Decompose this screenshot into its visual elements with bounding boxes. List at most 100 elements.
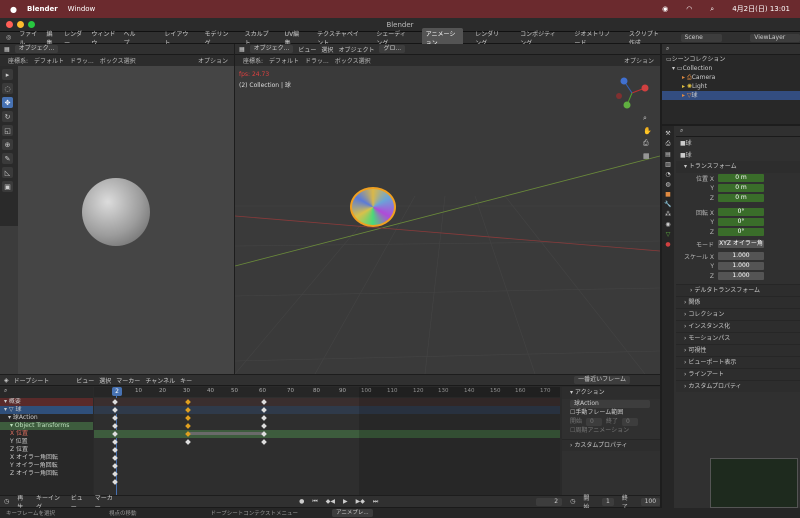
scene-selector[interactable]: Scene — [680, 33, 723, 42]
data-name-row[interactable]: ■ 球 — [676, 149, 800, 161]
menu-view[interactable]: ビュー — [298, 45, 316, 54]
menu-view[interactable]: ビュー — [76, 376, 94, 385]
modifier-tab-icon[interactable]: 🔧 — [664, 201, 671, 208]
cursor-tool-icon[interactable]: ◌ — [2, 83, 13, 94]
next-keyframe-icon[interactable]: ▶◆ — [356, 498, 365, 505]
rotate-tool-icon[interactable]: ↻ — [2, 111, 13, 122]
keyframe[interactable] — [261, 415, 267, 421]
box-select-dropdown[interactable]: ボックス選択 — [100, 56, 136, 65]
particles-tab-icon[interactable]: ⁂ — [665, 211, 671, 218]
box-select-dropdown[interactable]: ボックス選択 — [335, 56, 371, 65]
transform-tool-icon[interactable]: ⊕ — [2, 139, 13, 150]
wifi-icon[interactable]: ◠ — [686, 5, 692, 13]
object-tab-icon[interactable]: ■ — [665, 191, 671, 198]
menu-key[interactable]: キー — [180, 376, 192, 385]
drag-dropdown[interactable]: ドラッ... — [70, 56, 94, 65]
menu-channel[interactable]: チャンネル — [145, 376, 175, 385]
channel-row[interactable]: X 位置 — [0, 430, 93, 438]
keyframe[interactable] — [185, 439, 191, 445]
material-tab-icon[interactable]: ● — [665, 241, 670, 248]
outliner-row-camera[interactable]: ▸ ⎙ Camera — [662, 73, 800, 82]
scene-collection-row[interactable]: ▭ シーンコレクション — [662, 55, 800, 64]
rotation-mode-dropdown[interactable]: XYZ オイラー角 — [718, 240, 764, 248]
section-relations[interactable]: › 関係 — [676, 296, 800, 308]
action-name-field[interactable]: 球Action — [570, 399, 650, 408]
section-line-art[interactable]: › ラインアート — [676, 368, 800, 380]
output-tab-icon[interactable]: ▤ — [665, 151, 671, 158]
record-button[interactable]: ● — [299, 498, 304, 505]
record-icon[interactable]: ◉ — [662, 5, 668, 13]
play-icon[interactable]: ▶ — [343, 498, 348, 505]
menu-object[interactable]: オブジェクト — [338, 45, 374, 54]
transform-section-header[interactable]: ▾ トランスフォーム — [676, 161, 800, 173]
window-menu[interactable]: Window — [68, 5, 96, 13]
action-panel-header[interactable]: ▾ アクション — [562, 387, 660, 399]
range-start-field[interactable]: 0 — [586, 417, 603, 426]
tool-tab-icon[interactable]: ⚒ — [665, 130, 670, 137]
navigation-gizmo[interactable] — [615, 76, 649, 110]
orientation-dropdown[interactable]: デフォルト — [34, 56, 64, 65]
keyframe-area[interactable]: 0 10 20 30 40 50 60 70 80 90 100 110 120… — [94, 387, 560, 495]
location-y-field[interactable]: 0 m — [718, 184, 764, 192]
outliner-row-light[interactable]: ▸ ✺ Light — [662, 82, 800, 91]
editor-type-icon[interactable]: ◈ — [4, 377, 9, 384]
rotation-z-field[interactable]: 0° — [718, 228, 764, 236]
sphere-object[interactable] — [350, 187, 396, 227]
channel-group[interactable]: ▾ Object Transforms — [0, 422, 93, 430]
pan-hand-icon[interactable]: ✋ — [643, 127, 652, 135]
scale-x-field[interactable]: 1.000 — [718, 252, 764, 260]
scale-tool-icon[interactable]: ◱ — [2, 125, 13, 136]
timeline-editor-icon[interactable]: ◷ — [4, 498, 9, 505]
outliner-filter-icon[interactable]: ⌕ — [666, 45, 669, 53]
camera-view-icon[interactable]: ⎙ — [643, 139, 652, 148]
object-name[interactable]: 球 — [686, 139, 692, 148]
rotation-x-field[interactable]: 0° — [718, 208, 764, 216]
range-end-field[interactable]: 0 — [622, 417, 639, 426]
options-dropdown[interactable]: オプション — [198, 56, 228, 65]
current-frame-field[interactable]: 2 — [536, 497, 563, 506]
channel-summary[interactable]: ▾ 概要 — [0, 398, 93, 406]
scale-z-field[interactable]: 1.000 — [718, 272, 764, 280]
annotate-tool-icon[interactable]: ✎ — [2, 153, 13, 164]
section-instancing[interactable]: › インスタンス化 — [676, 320, 800, 332]
editor-type-icon[interactable]: ▦ — [4, 46, 10, 53]
transform-orientation-dropdown[interactable]: グロ... — [379, 45, 406, 53]
jump-start-icon[interactable]: ⏮ — [312, 498, 317, 506]
mode-dropdown[interactable]: オブジェク... — [14, 45, 59, 53]
data-tab-icon[interactable]: ▽ — [666, 231, 671, 238]
location-z-field[interactable]: 0 m — [718, 194, 764, 202]
object-name-row[interactable]: ■ 球 — [676, 137, 800, 149]
viewlayer-selector[interactable]: ViewLayer — [750, 33, 800, 42]
data-name[interactable]: 球 — [686, 151, 692, 160]
channel-row[interactable]: Z 位置 — [0, 446, 93, 454]
physics-tab-icon[interactable]: ◉ — [665, 221, 670, 228]
datetime[interactable]: 4月2日(日) 13:01 — [732, 4, 790, 14]
properties-search-icon[interactable]: ⌕ — [680, 127, 683, 135]
current-frame-indicator[interactable]: 2 — [112, 387, 122, 396]
rotation-y-field[interactable]: 0° — [718, 218, 764, 226]
cyclic-row[interactable]: ☐ 周期アニメーション — [562, 426, 660, 435]
delta-transform-section[interactable]: › デルタトランスフォーム — [676, 284, 800, 296]
keyframe[interactable] — [185, 423, 191, 429]
zoom-icon[interactable] — [28, 21, 35, 28]
zoom-icon[interactable]: ⌕ — [643, 114, 652, 123]
start-frame-field[interactable]: 1 — [602, 497, 614, 506]
apple-icon[interactable]: ● — [10, 5, 17, 14]
minimize-icon[interactable] — [17, 21, 24, 28]
prev-keyframe-icon[interactable]: ◆◀ — [326, 498, 335, 505]
menu-marker[interactable]: マーカー — [116, 376, 140, 385]
jump-end-icon[interactable]: ⏭ — [373, 498, 378, 506]
ortho-grid-icon[interactable]: ▦ — [643, 152, 652, 160]
collection-row[interactable]: ▾ ▭ Collection — [662, 64, 800, 73]
main-viewport[interactable]: ▦ オブジェク... ビュー 選択 オブジェクト グロ... 座標系: デフォル… — [235, 44, 660, 374]
channel-row[interactable]: Z オイラー角回転 — [0, 470, 93, 478]
end-frame-field[interactable]: 100 — [640, 497, 661, 506]
section-custom-properties[interactable]: › カスタムプロパティ — [676, 380, 800, 392]
channel-object[interactable]: ▾ ▽ 球 — [0, 406, 93, 414]
scene-tab-icon[interactable]: ◔ — [665, 171, 670, 178]
mode-dropdown[interactable]: オブジェク... — [249, 45, 294, 53]
editor-type-icon[interactable]: ▦ — [239, 46, 245, 53]
select-tool-icon[interactable]: ▸ — [2, 69, 13, 80]
section-motion-paths[interactable]: › モーションパス — [676, 332, 800, 344]
section-collections[interactable]: › コレクション — [676, 308, 800, 320]
